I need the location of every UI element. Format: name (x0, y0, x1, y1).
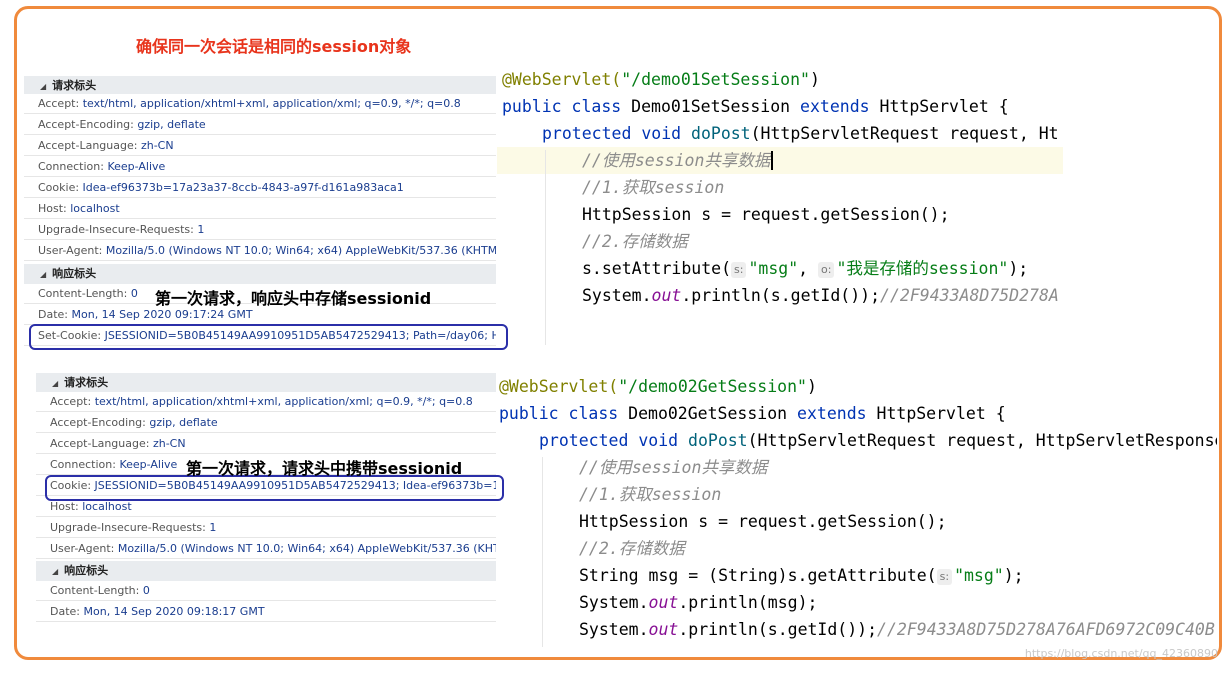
code-line: protected void doPost(HttpServletRequest… (542, 124, 1059, 143)
header-key: Content-Length: (50, 584, 143, 597)
header-key: Date: (50, 605, 84, 618)
collapse-triangle-icon[interactable]: ◢ (52, 374, 58, 394)
header-value: gzip, deflate (149, 416, 218, 429)
header-value: Idea-ef96373b=17a23a37-8ccb-4843-a97f-d1… (82, 181, 404, 194)
request-headers-section[interactable]: ◢ 请求标头 (36, 373, 496, 393)
header-key: Host: (38, 202, 71, 215)
code-line: //1.获取session (579, 485, 722, 504)
header-value: 1 (197, 223, 205, 236)
first-request-response-note: 第一次请求，响应头中存储sessionid (155, 289, 432, 308)
header-row: Accept-Language: zh-CN (36, 434, 496, 454)
header-value: text/html, application/xhtml+xml, applic… (94, 395, 473, 408)
indent-guide (542, 457, 543, 647)
header-key: Upgrade-Insecure-Requests: (38, 223, 198, 236)
code-line: HttpSession s = request.getSession(); (579, 512, 947, 531)
header-value: 1 (209, 521, 217, 534)
header-row: Cookie: Idea-ef96373b=17a23a37-8ccb-4843… (24, 178, 496, 198)
code-line: //使用session共享数据 (579, 458, 768, 477)
code-line: //1.获取session (582, 178, 725, 197)
header-key: Accept: (38, 97, 83, 110)
header-row: Content-Length: 0 (36, 581, 496, 601)
request-headers-section[interactable]: ◢ 请求标头 (24, 76, 496, 96)
header-key: Date: (38, 308, 72, 321)
header-key: Accept-Encoding: (38, 118, 138, 131)
header-value: localhost (82, 500, 132, 513)
watermark: https://blog.csdn.net/qq_42360890 (1024, 647, 1218, 660)
header-key: Connection: (38, 160, 108, 173)
header-row: Accept-Encoding: gzip, deflate (36, 413, 496, 433)
code-line: String msg = (String)s.getAttribute(s: "m… (579, 566, 1024, 585)
second-request-header-note: 第一次请求，请求头中携带sessionid (186, 459, 463, 478)
param-hint: s: (731, 261, 747, 278)
code-editor-get-session[interactable]: @WebServlet("/demo02GetSession") public … (0, 0, 1217, 639)
header-value: Mozilla/5.0 (Windows NT 10.0; Win64; x64… (105, 244, 496, 257)
header-row: Upgrade-Insecure-Requests: 1 (24, 220, 496, 240)
header-row: Date: Mon, 14 Sep 2020 09:18:17 GMT (36, 602, 496, 622)
header-key: User-Agent: (38, 244, 106, 257)
header-key: Accept-Language: (50, 437, 153, 450)
code-line: System.out.println(s.getId());//2F9433A8… (582, 286, 1059, 305)
code-line: @WebServlet("/demo02GetSession") (499, 377, 817, 396)
header-key: Accept-Language: (38, 139, 141, 152)
code-line: //2.存储数据 (579, 539, 685, 558)
header-value: Keep-Alive (107, 160, 166, 173)
page-title: 确保同一次会话是相同的session对象 (136, 37, 412, 56)
header-key: Host: (50, 500, 83, 513)
header-value: text/html, application/xhtml+xml, applic… (82, 97, 461, 110)
code-line: HttpSession s = request.getSession(); (582, 205, 950, 224)
header-value: Keep-Alive (119, 458, 178, 471)
header-value: zh-CN (152, 437, 186, 450)
collapse-triangle-icon[interactable]: ◢ (52, 562, 58, 582)
response-headers-section[interactable]: ◢ 响应标头 (24, 264, 496, 284)
header-row: Host: localhost (24, 199, 496, 219)
collapse-triangle-icon[interactable]: ◢ (40, 265, 46, 285)
code-line: //使用session共享数据 (582, 147, 774, 174)
header-value: 0 (142, 584, 150, 597)
header-row: Connection: Keep-Alive (24, 157, 496, 177)
header-row: Upgrade-Insecure-Requests: 1 (36, 518, 496, 538)
code-line: public class Demo01SetSession extends Ht… (502, 97, 1009, 116)
header-key: Accept: (50, 395, 95, 408)
code-line: //2.存储数据 (582, 232, 688, 251)
header-value: localhost (70, 202, 120, 215)
code-line: s.setAttribute(s: "msg", o: "我是存储的session"… (582, 259, 1029, 278)
code-line: System.out.println(s.getId());//2F9433A8… (579, 620, 1215, 639)
header-value: zh-CN (140, 139, 174, 152)
header-value: 0 (130, 287, 138, 300)
header-key: Accept-Encoding: (50, 416, 150, 429)
param-hint: s: (936, 568, 953, 585)
header-row: Accept-Language: zh-CN (24, 136, 496, 156)
header-row: Accept: text/html, application/xhtml+xml… (36, 392, 496, 412)
header-key: Cookie: (38, 181, 83, 194)
header-key: Upgrade-Insecure-Requests: (50, 521, 210, 534)
header-row: User-Agent: Mozilla/5.0 (Windows NT 10.0… (36, 539, 496, 559)
code-line: System.out.println(msg); (579, 593, 818, 612)
set-cookie-highlight (29, 324, 508, 350)
header-row: Accept: text/html, application/xhtml+xml… (24, 94, 496, 114)
header-row: Accept-Encoding: gzip, deflate (24, 115, 496, 135)
code-line: @WebServlet("/demo01SetSession") (502, 70, 820, 89)
header-key: Connection: (50, 458, 120, 471)
header-value: Mon, 14 Sep 2020 09:17:24 GMT (71, 308, 253, 321)
param-hint: o: (818, 261, 835, 278)
header-key: Content-Length: (38, 287, 131, 300)
header-value: gzip, deflate (137, 118, 206, 131)
response-headers-section[interactable]: ◢ 响应标头 (36, 561, 496, 581)
header-key: User-Agent: (50, 542, 118, 555)
indent-guide (545, 150, 546, 345)
header-value: Mon, 14 Sep 2020 09:18:17 GMT (83, 605, 265, 618)
code-line: public class Demo02GetSession extends Ht… (499, 404, 1006, 423)
header-row: User-Agent: Mozilla/5.0 (Windows NT 10.0… (24, 241, 496, 261)
header-value: Mozilla/5.0 (Windows NT 10.0; Win64; x64… (117, 542, 496, 555)
code-line: protected void doPost(HttpServletRequest… (539, 431, 1217, 450)
